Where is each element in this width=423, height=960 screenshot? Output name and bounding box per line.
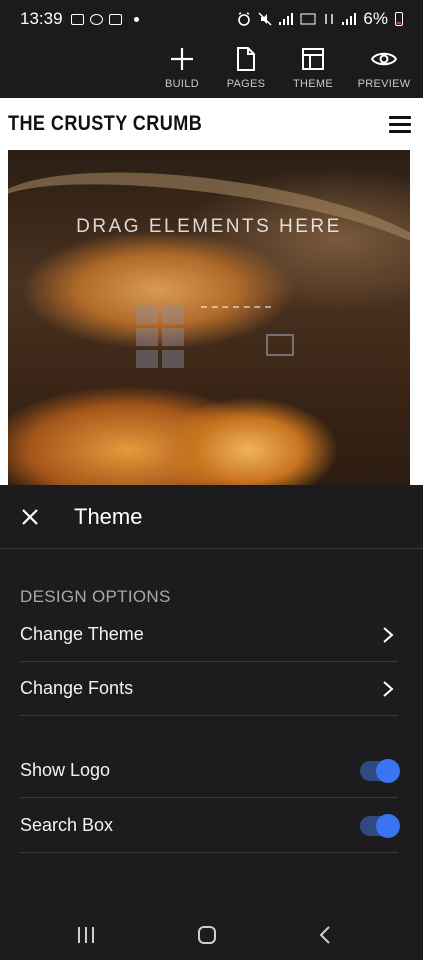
change-theme-row[interactable]: Change Theme	[20, 608, 398, 662]
chevron-right-icon	[383, 626, 394, 643]
drag-elements-illustration	[126, 296, 296, 376]
notification-icons	[70, 13, 139, 25]
pages-label: PAGES	[226, 78, 266, 90]
panel-title: Theme	[74, 503, 143, 529]
change-theme-label: Change Theme	[20, 624, 144, 644]
calendar-notification-icon	[108, 13, 122, 25]
status-bar: 13:39 6%	[0, 0, 423, 38]
volte-icon	[300, 13, 316, 25]
page-icon	[216, 44, 276, 74]
battery-icon	[395, 12, 403, 26]
theme-panel: Theme DESIGN OPTIONS Change Theme Change…	[0, 485, 423, 910]
design-options-heading: DESIGN OPTIONS	[20, 587, 171, 606]
back-button[interactable]	[318, 924, 332, 946]
site-header: THE CRUSTY CRUMB	[0, 98, 423, 150]
signal-2-icon	[342, 13, 357, 25]
drag-elements-hint: DRAG ELEMENTS HERE	[76, 216, 342, 237]
signal-icon	[279, 13, 294, 25]
battery-percent: 6%	[363, 9, 388, 28]
status-time: 13:39	[20, 9, 63, 28]
alarm-icon	[238, 12, 251, 26]
theme-label: THEME	[293, 78, 333, 90]
site-title[interactable]: THE CRUSTY CRUMB	[8, 112, 202, 136]
site-preview: THE CRUSTY CRUMB DRAG ELEMENTS HERE	[0, 98, 423, 485]
preview-label: PREVIEW	[357, 78, 411, 90]
image-placeholder-icon	[266, 334, 294, 356]
change-fonts-label: Change Fonts	[20, 678, 134, 698]
mute-icon	[258, 12, 272, 26]
hero-image-dropzone[interactable]: DRAG ELEMENTS HERE	[8, 150, 410, 485]
hamburger-menu-icon[interactable]	[389, 112, 411, 137]
pages-button[interactable]: PAGES	[216, 44, 276, 90]
show-logo-label: Show Logo	[20, 760, 111, 780]
data-4g-icon	[325, 14, 334, 24]
app-notification-icon	[89, 13, 103, 25]
build-button[interactable]: BUILD	[152, 44, 212, 90]
home-icon	[198, 926, 216, 944]
preview-button[interactable]: PREVIEW	[354, 44, 414, 90]
status-right: 6%	[237, 9, 403, 29]
panel-header: Theme	[0, 485, 423, 549]
search-box-label: Search Box	[20, 815, 114, 835]
editor-toolbar: BUILD PAGES THEME PREVIEW	[0, 38, 423, 98]
close-icon	[22, 508, 38, 525]
theme-button[interactable]: THEME	[283, 44, 343, 90]
close-button[interactable]	[0, 485, 60, 549]
recent-apps-button[interactable]	[76, 924, 96, 946]
show-logo-row: Show Logo	[20, 744, 400, 798]
home-button[interactable]	[197, 924, 217, 946]
plus-icon	[152, 44, 212, 74]
more-notifications-icon	[133, 16, 139, 22]
system-nav-bar	[0, 910, 423, 960]
search-box-toggle[interactable]	[360, 813, 400, 838]
image-notification-icon	[70, 13, 84, 25]
build-label: BUILD	[165, 78, 199, 90]
show-logo-toggle[interactable]	[360, 758, 400, 783]
chevron-right-icon	[383, 680, 394, 697]
search-box-row: Search Box	[20, 799, 400, 853]
layout-icon	[283, 44, 343, 74]
recent-apps-icon	[78, 927, 94, 943]
back-icon	[319, 926, 330, 944]
eye-icon	[354, 44, 414, 74]
change-fonts-row[interactable]: Change Fonts	[20, 662, 398, 716]
